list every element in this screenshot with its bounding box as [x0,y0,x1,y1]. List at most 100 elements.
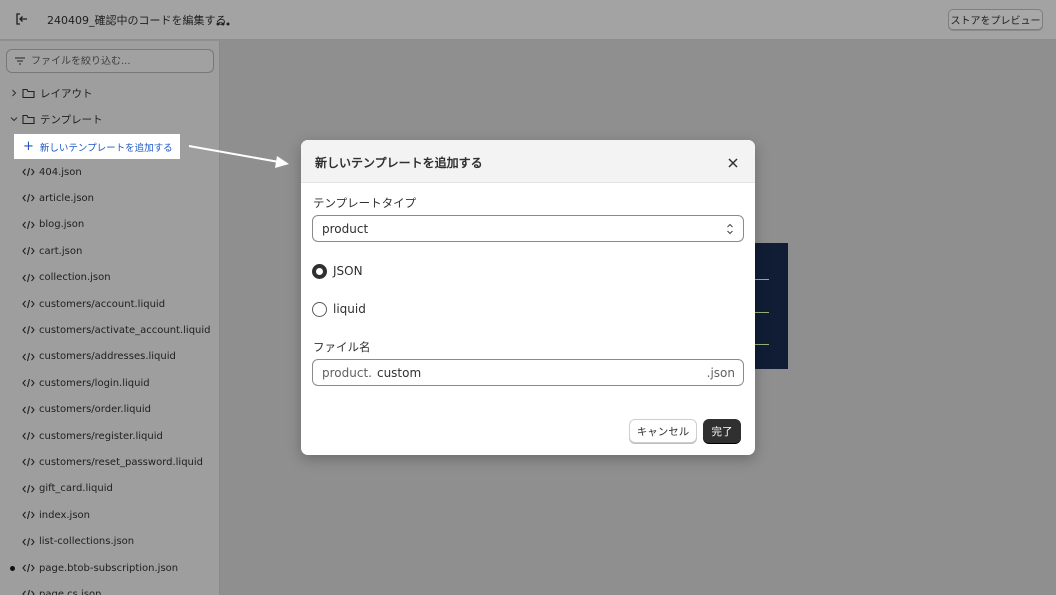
code-file-icon [22,536,36,548]
file-label: 404.json [39,166,82,178]
code-file-icon [22,192,36,204]
chevron-down-icon [8,113,20,125]
cancel-button[interactable]: キャンセル [629,419,697,443]
file-filter[interactable] [6,49,214,73]
file-sidebar: レイアウト テンプレート + 新しいテンプレートを追加する 404.json ar… [0,41,220,595]
file-label: page.btob-subscription.json [39,562,179,574]
file-item[interactable]: customers/login.liquid [22,374,150,392]
file-item[interactable]: blog.json [22,216,84,234]
file-item[interactable]: customers/addresses.liquid [22,348,176,366]
file-label: article.json [39,192,94,204]
radio-liquid[interactable]: liquid [312,300,366,318]
file-label: cart.json [39,245,83,257]
file-item[interactable]: list-collections.json [22,533,134,551]
exit-button[interactable] [10,9,32,31]
code-file-icon [22,456,36,468]
template-type-select[interactable]: product [312,215,744,242]
annotation-arrow [188,145,289,168]
file-item[interactable]: customers/account.liquid [22,295,165,313]
file-label: list-collections.json [39,536,135,548]
radio-button-checked[interactable] [312,263,327,279]
file-item[interactable]: collection.json [22,269,111,287]
code-file-icon [22,509,36,521]
folder-icon [22,87,36,99]
file-label: blog.json [39,219,85,231]
file-label: customers/addresses.liquid [39,351,176,363]
add-template-label: 新しいテンプレートを追加する [39,142,173,154]
filename-prefix: product. [322,365,372,380]
folder-label: レイアウト [40,87,93,100]
file-item[interactable]: page.btob-subscription.json [22,559,178,577]
code-file-icon [22,351,36,363]
preview-line [755,279,769,280]
close-icon [728,153,738,172]
template-type-label: テンプレートタイプ [313,196,417,210]
top-bar: 240409_確認中のコードを編集する ストアをプレビュー [0,0,1056,40]
filename-label: ファイル名 [313,340,371,354]
exit-icon [14,11,28,30]
radio-json[interactable]: JSON [312,262,363,280]
file-item[interactable]: customers/order.liquid [22,401,151,419]
file-label: customers/login.liquid [39,377,150,389]
file-item[interactable]: page.cs.json [22,585,102,595]
file-item[interactable]: 404.json [22,163,82,181]
preview-line [755,344,769,345]
file-filter-input[interactable] [31,55,201,67]
code-file-icon [22,562,36,574]
file-label: gift_card.liquid [39,483,113,495]
file-label: customers/register.liquid [39,430,163,442]
file-label: customers/reset_password.liquid [39,456,204,468]
file-item[interactable]: customers/activate_account.liquid [22,321,211,339]
file-label: customers/order.liquid [39,404,151,416]
modal-title: 新しいテンプレートを追加する [315,156,483,170]
more-actions-button[interactable] [213,11,233,29]
modal-header: 新しいテンプレートを追加する [301,140,755,183]
select-arrows-icon [725,222,735,236]
file-item[interactable]: article.json [22,189,94,207]
filter-icon [14,55,26,67]
file-item[interactable]: cart.json [22,242,82,260]
chevron-right-icon [8,87,20,99]
folder-templates[interactable]: テンプレート [8,109,103,129]
file-label: collection.json [39,272,111,284]
file-label: customers/activate_account.liquid [39,324,211,336]
page-title: 240409_確認中のコードを編集する [47,14,227,27]
radio-label: liquid [333,302,366,316]
filename-suffix: .json [706,365,735,380]
code-file-icon [22,272,36,284]
folder-label: テンプレート [40,113,103,126]
folder-icon [22,113,36,125]
filename-value[interactable]: custom [377,366,421,380]
more-horizontal-icon [216,11,230,30]
file-item[interactable]: customers/register.liquid [22,427,163,445]
plus-icon: + [23,139,34,154]
code-file-icon [22,245,36,257]
file-label: index.json [39,509,90,521]
modified-dot-icon [10,566,15,571]
radio-label: JSON [333,264,363,278]
add-template-modal: 新しいテンプレートを追加する テンプレートタイプ product JSON li… [301,140,755,455]
add-template-link[interactable]: + 新しいテンプレートを追加する [14,134,180,159]
store-preview-thumbnail [754,243,788,369]
folder-layout[interactable]: レイアウト [8,83,93,103]
file-item[interactable]: index.json [22,506,90,524]
filename-field[interactable]: product. custom .json [312,359,744,386]
preview-line [755,312,769,313]
code-file-icon [22,166,36,178]
code-file-icon [22,219,36,231]
code-file-icon [22,404,36,416]
code-file-icon [22,588,36,595]
file-label: customers/account.liquid [39,298,166,310]
close-button[interactable] [724,153,742,171]
code-file-icon [22,430,36,442]
template-type-value: product [322,221,369,236]
code-file-icon [22,483,36,495]
file-item[interactable]: customers/reset_password.liquid [22,453,203,471]
file-item[interactable]: gift_card.liquid [22,480,113,498]
radio-button-unchecked[interactable] [312,301,327,317]
code-file-icon [22,324,36,336]
preview-store-button[interactable]: ストアをプレビュー [948,9,1043,30]
done-button[interactable]: 完了 [703,419,741,443]
code-file-icon [22,377,36,389]
code-file-icon [22,298,36,310]
